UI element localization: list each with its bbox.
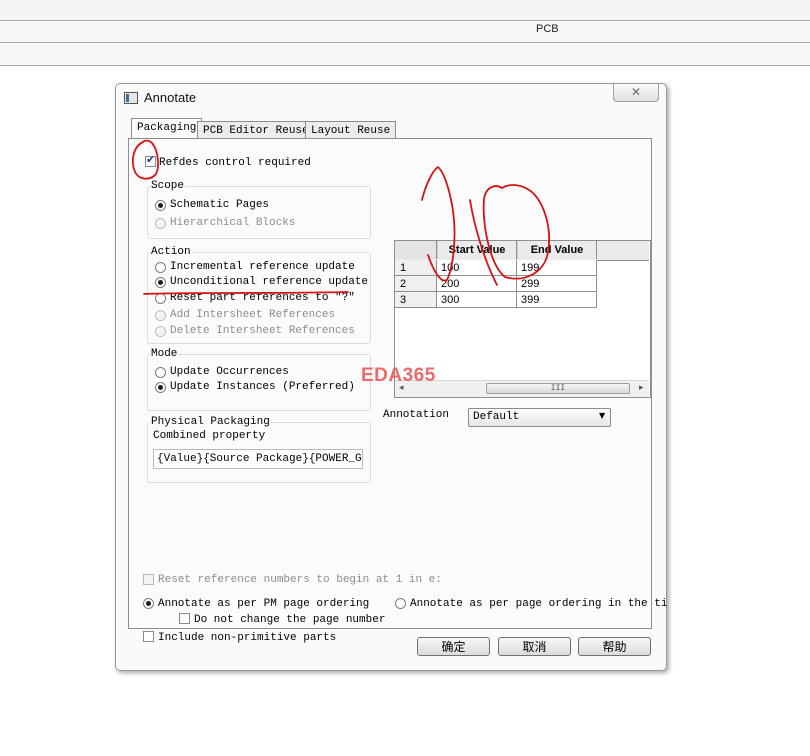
end-value-cell[interactable]: 299	[517, 276, 597, 292]
action-title: Action	[150, 246, 192, 258]
tab-label: Packaging	[137, 122, 197, 134]
window-icon	[124, 92, 138, 104]
column-header-start-value[interactable]: Start Value	[437, 241, 517, 259]
action-reset-references-radio[interactable]	[155, 293, 166, 304]
action-add-intersheet-label: Add Intersheet References	[170, 309, 336, 321]
action-incremental-label: Incremental reference update	[170, 261, 355, 273]
row-header[interactable]: 1	[395, 260, 437, 276]
annotation-dropdown-value: Default	[473, 411, 520, 423]
do-not-change-page-label: Do not change the page number	[194, 614, 386, 626]
pcb-window-title: PCB	[536, 23, 559, 35]
dropdown-arrow-icon: ▼	[599, 411, 606, 420]
scroll-grip-icon: III	[550, 384, 566, 393]
row-header[interactable]: 3	[395, 292, 437, 308]
annotate-page-ordering-label: Annotate as per page ordering in the ti	[410, 598, 668, 610]
scroll-thumb[interactable]: III	[486, 383, 630, 394]
radio-selected-dot	[158, 203, 163, 208]
column-header-end-value[interactable]: End Value	[517, 241, 597, 259]
scope-schematic-pages-label: Schematic Pages	[170, 199, 270, 211]
annotation-dropdown[interactable]: Default ▼	[468, 408, 611, 427]
scope-schematic-pages-radio[interactable]	[155, 200, 166, 211]
ok-button[interactable]: 确定	[417, 637, 490, 656]
action-reset-references-label: Reset part references to "?"	[170, 292, 355, 304]
annotate-pm-page-ordering-label: Annotate as per PM page ordering	[158, 598, 370, 610]
annotation-label: Annotation	[383, 409, 450, 421]
do-not-change-page-checkbox[interactable]	[179, 613, 190, 624]
mode-update-instances-label: Update Instances (Preferred)	[170, 381, 355, 393]
mode-update-occurrences-radio[interactable]	[155, 367, 166, 378]
radio-selected-dot	[158, 280, 163, 285]
action-delete-intersheet-radio[interactable]	[155, 326, 166, 337]
help-button[interactable]: 帮助	[578, 637, 651, 656]
dialog-title: Annotate	[144, 90, 197, 105]
annotate-pm-page-ordering-radio[interactable]	[143, 598, 154, 609]
reset-numbers-checkbox[interactable]	[143, 574, 154, 585]
scope-title: Scope	[150, 180, 186, 192]
grid-header: Start Value End Value	[395, 241, 649, 261]
background-toolbar	[0, 0, 810, 20]
tab-label: Layout Reuse	[311, 125, 391, 137]
scope-hierarchical-blocks-label: Hierarchical Blocks	[170, 217, 296, 229]
action-unconditional-label: Unconditional reference update	[170, 276, 369, 288]
eda365-watermark: EDA365	[361, 365, 436, 386]
combined-property-label: Combined property	[153, 430, 266, 442]
start-value-cell[interactable]: 100	[437, 260, 517, 276]
background-title-band	[0, 21, 810, 42]
mode-title: Mode	[150, 348, 179, 360]
action-delete-intersheet-label: Delete Intersheet References	[170, 325, 355, 337]
radio-selected-dot	[146, 601, 151, 606]
annotate-dialog: Annotate ✕ Packaging PCB Editor Reuse La…	[115, 83, 667, 671]
combined-property-value: {Value}{Source Package}{POWER_GROUP}	[157, 453, 362, 465]
action-add-intersheet-radio[interactable]	[155, 310, 166, 321]
annotate-page-ordering-radio[interactable]	[395, 598, 406, 609]
refdes-control-label: Refdes control required	[159, 157, 311, 169]
tab-packaging[interactable]: Packaging	[131, 118, 203, 139]
dialog-titlebar[interactable]: Annotate	[116, 84, 666, 112]
refdes-control-checkbox[interactable]: ✔	[145, 153, 156, 167]
action-unconditional-radio[interactable]	[155, 277, 166, 288]
checkmark-icon: ✔	[146, 153, 156, 166]
end-value-cell[interactable]: 399	[517, 292, 597, 308]
scope-hierarchical-blocks-radio[interactable]	[155, 218, 166, 229]
start-value-cell[interactable]: 200	[437, 276, 517, 292]
reset-numbers-label: Reset reference numbers to begin at 1 in…	[158, 574, 442, 586]
include-non-primitive-label: Include non-primitive parts	[158, 632, 337, 644]
grid-corner	[395, 241, 437, 259]
combined-property-input[interactable]: {Value}{Source Package}{POWER_GROUP}	[153, 449, 363, 469]
physical-packaging-title: Physical Packaging	[150, 416, 271, 428]
cancel-button[interactable]: 取消	[498, 637, 571, 656]
tab-label: PCB Editor Reuse	[203, 125, 309, 137]
mode-update-instances-radio[interactable]	[155, 382, 166, 393]
background-divider	[0, 65, 810, 66]
radio-selected-dot	[158, 385, 163, 390]
scroll-right-arrow-icon[interactable]: ▸	[639, 383, 644, 393]
end-value-cell[interactable]: 199	[517, 260, 597, 276]
scope-group	[147, 186, 371, 239]
close-button[interactable]: ✕	[613, 84, 659, 102]
mode-update-occurrences-label: Update Occurrences	[170, 366, 289, 378]
row-header[interactable]: 2	[395, 276, 437, 292]
background-band	[0, 43, 810, 65]
close-icon: ✕	[630, 85, 642, 99]
action-incremental-radio[interactable]	[155, 262, 166, 273]
start-value-cell[interactable]: 300	[437, 292, 517, 308]
include-non-primitive-checkbox[interactable]	[143, 631, 154, 642]
